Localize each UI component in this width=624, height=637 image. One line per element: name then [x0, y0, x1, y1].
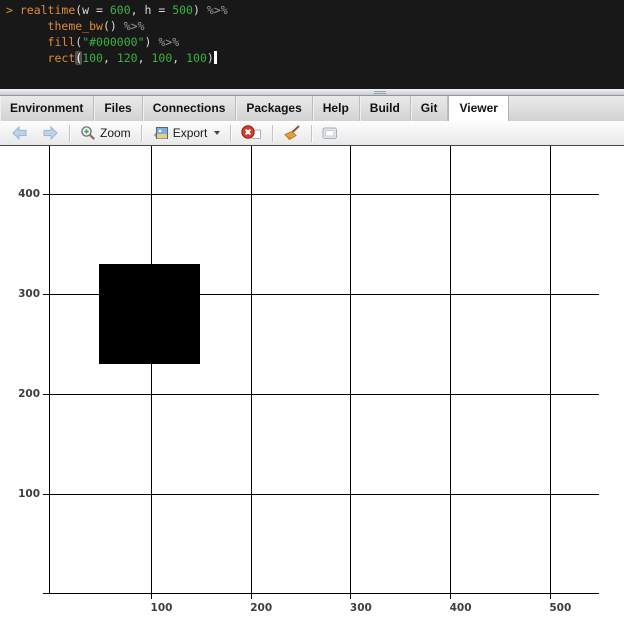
open-in-window-button[interactable]	[319, 124, 341, 142]
console-line: > realtime(w = 600, h = 500) %>%	[6, 2, 624, 18]
console-line: theme_bw() %>%	[6, 18, 624, 34]
y-tick-label: 200	[0, 387, 40, 401]
tab-git[interactable]: Git	[411, 96, 449, 121]
dropdown-caret-icon	[214, 131, 220, 135]
export-image-icon	[152, 126, 169, 141]
forward-arrow-icon	[42, 125, 59, 141]
remove-plot-icon	[241, 125, 262, 141]
x-tick	[350, 594, 351, 599]
tab-environment[interactable]: Environment	[0, 96, 94, 121]
y-tick-label: 300	[0, 287, 40, 301]
back-arrow-icon	[11, 125, 28, 141]
x-tick-label: 100	[142, 601, 182, 615]
v-gridline	[450, 146, 451, 593]
console-line: fill("#000000") %>%	[6, 34, 624, 50]
y-tick-label: 400	[0, 187, 40, 201]
h-gridline	[49, 394, 599, 395]
x-tick	[151, 594, 152, 599]
toolbar-separator	[311, 125, 312, 142]
back-button[interactable]	[8, 123, 31, 143]
text-cursor	[214, 51, 217, 64]
toolbar-separator	[272, 125, 273, 142]
pane-splitter-grip[interactable]	[374, 90, 386, 94]
tab-build[interactable]: Build	[360, 96, 411, 121]
toolbar-separator	[69, 125, 70, 142]
clear-all-button[interactable]	[280, 123, 304, 143]
forward-button[interactable]	[39, 123, 62, 143]
open-in-window-pane-icon	[322, 126, 338, 140]
viewer-pane: 100 200 300 400 100 200 300 400 500	[0, 146, 624, 637]
x-axis-line	[43, 593, 599, 594]
v-gridline	[251, 146, 252, 593]
x-tick	[251, 594, 252, 599]
tab-files[interactable]: Files	[94, 96, 142, 121]
x-tick-label: 500	[540, 601, 580, 615]
export-button[interactable]: Export	[149, 124, 224, 143]
y-tick	[43, 494, 49, 495]
y-tick	[43, 294, 49, 295]
toolbar-separator	[230, 125, 231, 142]
v-gridline	[350, 146, 351, 593]
broom-icon	[283, 125, 301, 141]
x-tick	[450, 594, 451, 599]
y-tick	[43, 194, 49, 195]
tab-packages[interactable]: Packages	[236, 96, 312, 121]
toolbar-separator	[141, 125, 142, 142]
viewer-toolbar: Zoom Export	[0, 121, 624, 146]
x-tick-label: 300	[341, 601, 381, 615]
export-button-label: Export	[173, 126, 208, 140]
pane-divider	[0, 89, 624, 96]
console-line: rect(100, 120, 100, 100)	[6, 50, 624, 66]
plot-rectangle	[99, 264, 200, 364]
v-gridline	[151, 146, 152, 593]
h-gridline	[49, 194, 599, 195]
x-tick-label: 400	[441, 601, 481, 615]
v-gridline	[550, 146, 551, 593]
plot-canvas: 100 200 300 400 100 200 300 400 500	[0, 146, 624, 637]
console-code: > realtime(w = 600, h = 500) %>% theme_b…	[0, 0, 624, 66]
tab-connections[interactable]: Connections	[143, 96, 237, 121]
x-tick-label: 200	[241, 601, 281, 615]
zoom-button[interactable]: Zoom	[77, 123, 134, 143]
zoom-magnifier-icon	[80, 125, 96, 141]
remove-plot-button[interactable]	[238, 123, 265, 143]
x-tick	[550, 594, 551, 599]
y-axis-line	[49, 146, 50, 594]
y-tick	[43, 394, 49, 395]
h-gridline	[49, 494, 599, 495]
y-tick-label: 100	[0, 487, 40, 501]
tab-help[interactable]: Help	[313, 96, 360, 121]
rstudio-pane: > realtime(w = 600, h = 500) %>% theme_b…	[0, 0, 624, 637]
zoom-button-label: Zoom	[100, 126, 131, 140]
r-console[interactable]: > realtime(w = 600, h = 500) %>% theme_b…	[0, 0, 624, 89]
pane-tab-bar: EnvironmentFilesConnectionsPackagesHelpB…	[0, 96, 624, 121]
tab-viewer[interactable]: Viewer	[448, 96, 508, 121]
